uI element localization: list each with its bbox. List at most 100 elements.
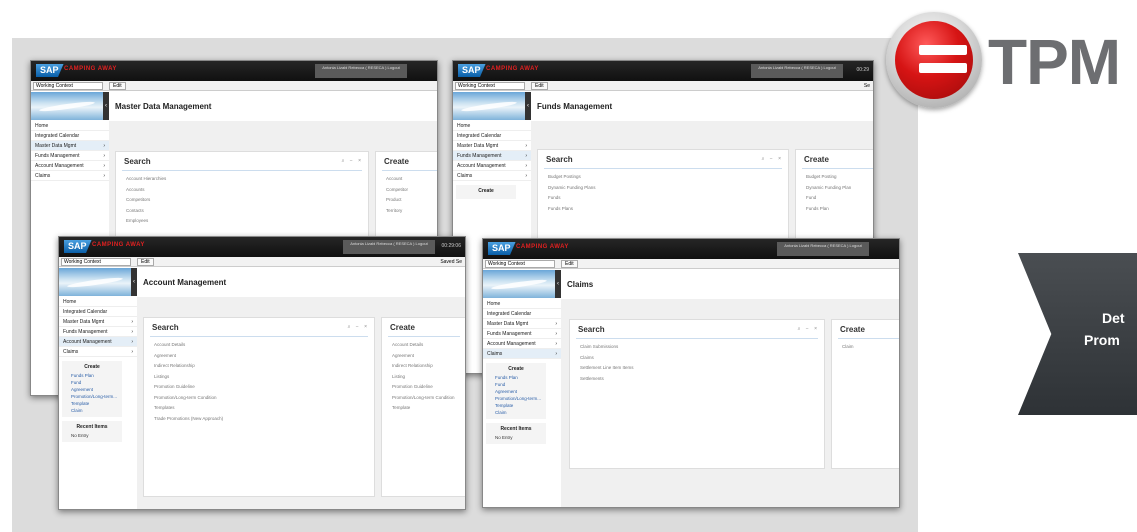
create-link[interactable]: Product — [386, 195, 437, 206]
search-link[interactable]: Dynamic Funding Plans — [548, 183, 784, 194]
nav-item-home[interactable]: Home — [453, 121, 531, 131]
user-logout-button[interactable]: Antonia Lizabi Rebecca ( RESECA ) Logout — [315, 64, 407, 78]
create-link[interactable]: Funds Plan — [806, 204, 873, 215]
search-link[interactable]: Claim Submissions — [580, 342, 820, 353]
chevron-label-line1: Det — [1102, 310, 1125, 326]
create-link[interactable]: Fund — [806, 193, 873, 204]
panel-tools-icon[interactable]: ⌕ − × — [348, 324, 369, 330]
panel-tools-icon[interactable]: ⌕ − × — [798, 326, 819, 332]
saved-search-link[interactable]: Se — [864, 81, 870, 91]
nav-create-link[interactable]: Template — [62, 400, 122, 407]
nav-create-link[interactable]: Funds Plan — [486, 374, 546, 381]
working-context-select[interactable]: Working Context — [455, 82, 525, 90]
create-link[interactable]: Listing — [392, 372, 462, 383]
edit-button[interactable]: Edit — [109, 82, 126, 90]
nav-item-funds-management[interactable]: Funds Management › — [483, 329, 561, 339]
search-link[interactable]: Accounts — [126, 185, 364, 196]
collapse-nav-button[interactable]: ‹ — [131, 268, 137, 296]
nav-item-integrated-calendar[interactable]: Integrated Calendar — [453, 131, 531, 141]
edit-button[interactable]: Edit — [561, 260, 578, 268]
search-link[interactable]: Account Hierarchies — [126, 174, 364, 185]
panel-tools-icon[interactable]: ⌕ − × — [342, 158, 363, 164]
user-logout-button[interactable]: Antonia Lizabi Rebecca ( RESECA ) Logout — [343, 240, 435, 254]
search-link[interactable]: Funds Plans — [548, 204, 784, 215]
search-link[interactable]: Settlements — [580, 374, 820, 385]
nav-item-account-management[interactable]: Account Management › — [31, 161, 109, 171]
nav-create-link[interactable]: Claim — [486, 409, 546, 416]
sap-logo: SAP — [64, 240, 92, 253]
nav-item-claims[interactable]: Claims › — [453, 171, 531, 181]
create-link[interactable]: Budget Posting — [806, 172, 873, 183]
create-link[interactable]: Template — [392, 403, 462, 414]
banner-image — [483, 270, 555, 298]
nav-create-link[interactable]: Agreement — [62, 386, 122, 393]
nav-item-home[interactable]: Home — [483, 299, 561, 309]
search-link[interactable]: Employees — [126, 216, 364, 227]
nav-item-funds-management[interactable]: Funds Management › — [31, 151, 109, 161]
create-link[interactable]: Claim — [842, 342, 899, 353]
nav-create-link[interactable]: Claim — [62, 407, 122, 414]
create-link[interactable]: Indirect Relationship — [392, 361, 462, 372]
nav-item-funds-management[interactable]: Funds Management › — [59, 327, 137, 337]
working-context-select[interactable]: Working Context — [61, 258, 131, 266]
create-link[interactable]: Promotion Guideline — [392, 382, 462, 393]
search-link[interactable]: Claims — [580, 353, 820, 364]
panel-tools-icon[interactable]: ⌕ − × — [762, 156, 783, 162]
nav-item-integrated-calendar[interactable]: Integrated Calendar — [483, 309, 561, 319]
nav-item-account-management[interactable]: Account Management › — [59, 337, 137, 347]
equals-bar-bottom — [919, 63, 967, 73]
nav-item-claims[interactable]: Claims › — [59, 347, 137, 357]
nav-item-account-management[interactable]: Account Management › — [453, 161, 531, 171]
edit-button[interactable]: Edit — [137, 258, 154, 266]
nav-item-home[interactable]: Home — [31, 121, 109, 131]
nav-item-master-data[interactable]: Master Data Mgmt › — [453, 141, 531, 151]
search-link[interactable]: Account Details — [154, 340, 370, 351]
nav-item-integrated-calendar[interactable]: Integrated Calendar — [31, 131, 109, 141]
nav-item-master-data[interactable]: Master Data Mgmt › — [483, 319, 561, 329]
nav-item-claims[interactable]: Claims › — [483, 349, 561, 359]
nav-create-link[interactable]: Promotion/Long-term... — [486, 395, 546, 402]
nav-create-link[interactable]: Funds Plan — [62, 372, 122, 379]
search-link[interactable]: Indirect Relationship — [154, 361, 370, 372]
search-link[interactable]: Trade Promotions (New Approach) — [154, 414, 370, 425]
collapse-nav-button[interactable]: ‹ — [103, 92, 109, 120]
search-link[interactable]: Promotion/Long-term Condition — [154, 393, 370, 404]
create-link[interactable]: Competitor — [386, 185, 437, 196]
search-link[interactable]: Competitors — [126, 195, 364, 206]
collapse-nav-button[interactable]: ‹ — [555, 270, 561, 298]
nav-create-link[interactable]: Fund — [486, 381, 546, 388]
nav-item-integrated-calendar[interactable]: Integrated Calendar — [59, 307, 137, 317]
working-context-select[interactable]: Working Context — [33, 82, 103, 90]
create-link[interactable]: Agreement — [392, 351, 462, 362]
nav-item-funds-management[interactable]: Funds Management › — [453, 151, 531, 161]
search-link[interactable]: Agreement — [154, 351, 370, 362]
search-link[interactable]: Settlement Line Item Items — [580, 363, 820, 374]
nav-item-account-management[interactable]: Account Management › — [483, 339, 561, 349]
nav-item-claims[interactable]: Claims › — [31, 171, 109, 181]
user-logout-button[interactable]: Antonia Lizabi Rebecca ( RESECA ) Logout — [777, 242, 869, 256]
create-link[interactable]: Account Details — [392, 340, 462, 351]
search-link[interactable]: Templates — [154, 403, 370, 414]
working-context-select[interactable]: Working Context — [485, 260, 555, 268]
context-bar: Working Context Edit Se — [453, 81, 873, 91]
create-link[interactable]: Dynamic Funding Plan — [806, 183, 873, 194]
search-link[interactable]: Contacts — [126, 206, 364, 217]
create-link[interactable]: Promotion/Long-term Condition — [392, 393, 462, 404]
nav-create-link[interactable]: Fund — [62, 379, 122, 386]
create-link[interactable]: Account — [386, 174, 437, 185]
create-link[interactable]: Territory — [386, 206, 437, 217]
search-link[interactable]: Funds — [548, 193, 784, 204]
nav-item-home[interactable]: Home — [59, 297, 137, 307]
edit-button[interactable]: Edit — [531, 82, 548, 90]
search-link[interactable]: Promotion Guideline — [154, 382, 370, 393]
saved-search-link[interactable]: Saved Se — [440, 257, 462, 267]
nav-item-master-data[interactable]: Master Data Mgmt › — [59, 317, 137, 327]
nav-create-link[interactable]: Promotion/Long-term... — [62, 393, 122, 400]
nav-create-link[interactable]: Agreement — [486, 388, 546, 395]
user-logout-button[interactable]: Antonia Lizabi Rebecca ( RESECA ) Logout — [751, 64, 843, 78]
search-link[interactable]: Listings — [154, 372, 370, 383]
nav-create-link[interactable]: Template — [486, 402, 546, 409]
search-link[interactable]: Budget Postings — [548, 172, 784, 183]
nav-item-master-data[interactable]: Master Data Mgmt › — [31, 141, 109, 151]
collapse-nav-button[interactable]: ‹ — [525, 92, 531, 120]
